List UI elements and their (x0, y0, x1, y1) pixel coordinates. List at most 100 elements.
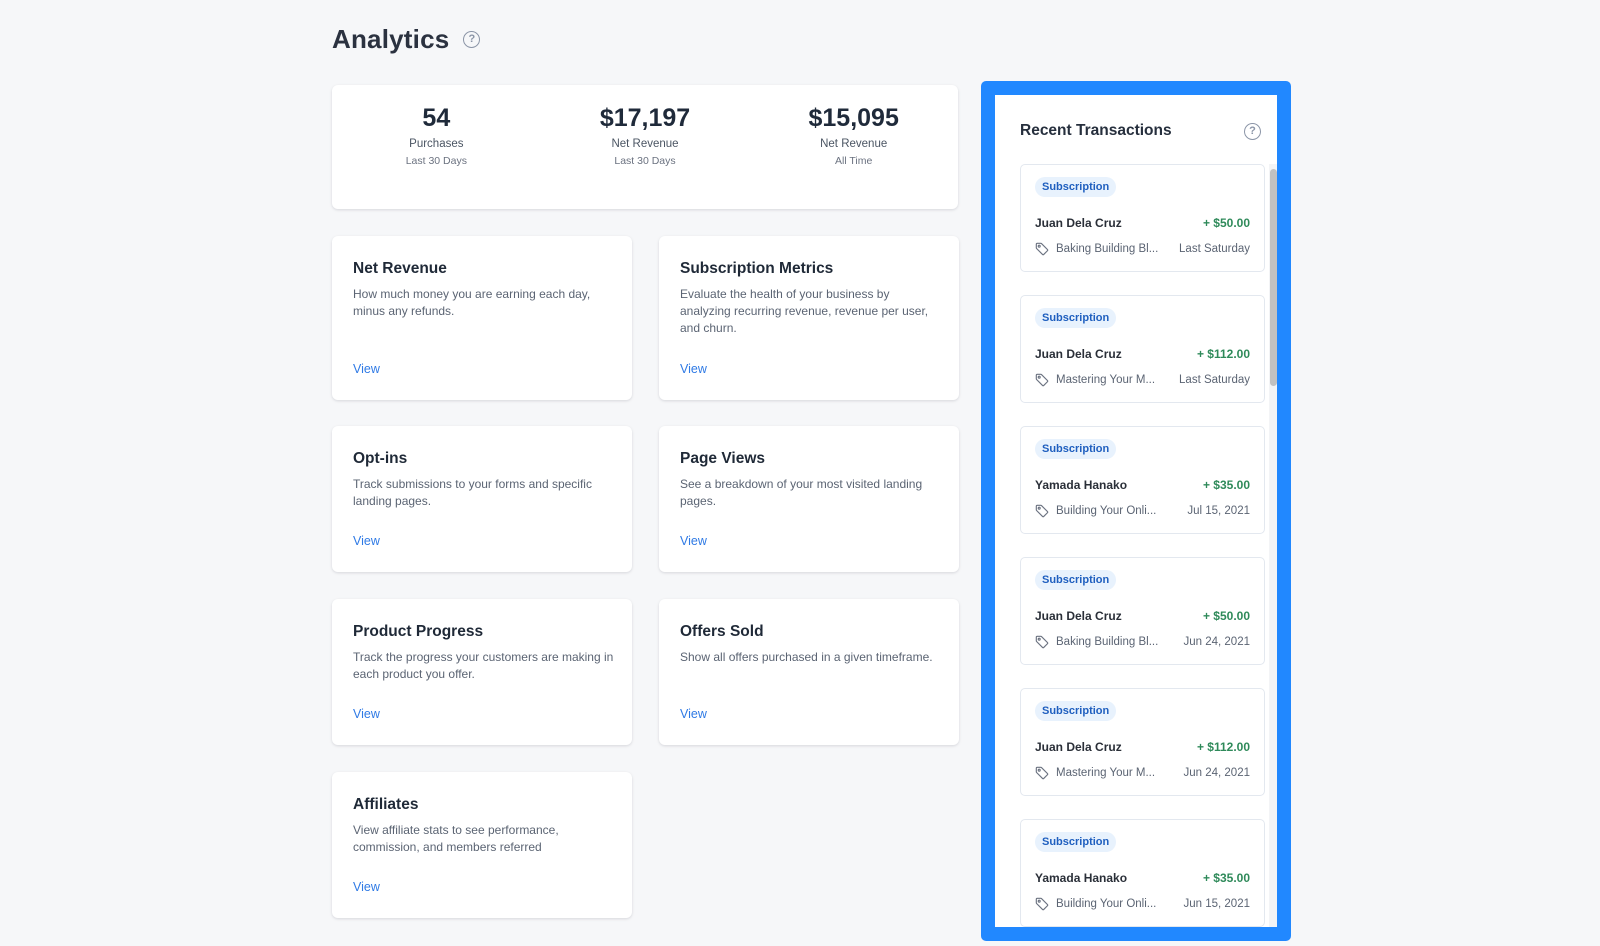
stat-period: Last 30 Days (614, 154, 676, 167)
tag-icon (1035, 897, 1049, 911)
report-description: Evaluate the health of your business by … (680, 287, 929, 335)
product-name: Baking Building Bl... (1056, 636, 1159, 648)
transaction-date: Jul 15, 2021 (1187, 505, 1250, 517)
product-name: Mastering Your M... (1056, 374, 1156, 386)
transaction-item[interactable]: Subscription Juan Dela Cruz + $50.00 Bak… (1020, 557, 1265, 665)
report-title: Page Views (680, 450, 766, 467)
transaction-item[interactable]: Subscription Yamada Hanako + $35.00 Buil… (1020, 819, 1265, 927)
report-card-product-progress: Product Progress Track the progress your… (332, 599, 632, 745)
tag-icon (1035, 242, 1049, 256)
summary-stats-card: 54 Purchases Last 30 Days $17,197 Net Re… (332, 85, 958, 209)
tag-icon (1035, 766, 1049, 780)
scrollbar-thumb[interactable] (1270, 169, 1277, 386)
view-net-revenue-link[interactable]: View (353, 362, 380, 376)
transaction-type-badge: Subscription (1035, 701, 1117, 721)
report-title: Net Revenue (353, 260, 447, 277)
customer-name: Juan Dela Cruz (1035, 347, 1122, 361)
product-name: Building Your Onli... (1056, 505, 1157, 517)
report-card-page-views: Page Views See a breakdown of your most … (659, 426, 959, 572)
transaction-date: Last Saturday (1179, 243, 1250, 255)
customer-name: Juan Dela Cruz (1035, 609, 1122, 623)
transaction-amount: + $50.00 (1202, 216, 1250, 230)
report-description: Track the progress your customers are ma… (353, 650, 614, 681)
product-name: Mastering Your M... (1056, 767, 1156, 779)
analytics-page: Analytics ? 54 Purchases Last 30 Days $1… (0, 0, 1600, 946)
report-card-opt-ins: Opt-ins Track submissions to your forms … (332, 426, 632, 572)
tag-icon (1035, 373, 1049, 387)
report-description: View affiliate stats to see performance,… (353, 823, 559, 854)
question-circle-icon[interactable]: ? (463, 31, 481, 48)
page-header: Analytics ? (332, 24, 481, 55)
transaction-product: Mastering Your M... (1035, 766, 1155, 780)
view-opt-ins-link[interactable]: View (353, 534, 380, 548)
transaction-type-badge: Subscription (1035, 439, 1117, 459)
transaction-date: Jun 24, 2021 (1183, 636, 1250, 648)
transaction-item[interactable]: Subscription Yamada Hanako + $35.00 Buil… (1020, 426, 1265, 534)
customer-name: Yamada Hanako (1035, 871, 1128, 885)
view-affiliates-link[interactable]: View (353, 880, 380, 894)
report-card-net-revenue: Net Revenue How much money you are earni… (332, 236, 632, 400)
report-description: Show all offers purchased in a given tim… (680, 650, 933, 664)
tag-icon (1035, 635, 1049, 649)
transaction-item[interactable]: Subscription Juan Dela Cruz + $112.00 Ma… (1020, 295, 1265, 403)
report-card-affiliates: Affiliates View affiliate stats to see p… (332, 772, 632, 918)
stat-value: $17,197 (599, 104, 691, 132)
view-page-views-link[interactable]: View (680, 534, 707, 548)
stat-period: Last 30 Days (405, 154, 467, 167)
transactions-scrollbar[interactable] (1269, 164, 1277, 927)
transaction-date: Jun 24, 2021 (1183, 767, 1250, 779)
report-title: Product Progress (353, 623, 484, 640)
question-circle-icon[interactable]: ? (1244, 122, 1261, 140)
report-title: Subscription Metrics (680, 260, 834, 277)
stat-net-revenue-30d: $17,197 Net Revenue Last 30 Days (541, 85, 750, 209)
view-offers-sold-link[interactable]: View (680, 707, 707, 721)
transaction-product: Baking Building Bl... (1035, 635, 1158, 649)
transaction-type-badge: Subscription (1035, 570, 1117, 590)
report-title: Opt-ins (353, 450, 408, 467)
transaction-amount: + $35.00 (1202, 478, 1250, 492)
transaction-type-badge: Subscription (1035, 308, 1117, 328)
page-title: Analytics (332, 24, 450, 54)
view-product-progress-link[interactable]: View (353, 707, 380, 721)
report-card-subscription-metrics: Subscription Metrics Evaluate the health… (659, 236, 959, 400)
transaction-item[interactable]: Subscription Juan Dela Cruz + $112.00 Ma… (1020, 688, 1265, 796)
transaction-type-badge: Subscription (1035, 177, 1117, 197)
transaction-date: Jun 15, 2021 (1183, 898, 1250, 910)
recent-transactions-inner: Recent Transactions ? Subscription Juan … (995, 95, 1277, 927)
report-description: See a breakdown of your most visited lan… (680, 477, 923, 508)
stat-purchases: 54 Purchases Last 30 Days (332, 85, 541, 209)
stat-period: All Time (835, 154, 873, 167)
transaction-product: Baking Building Bl... (1035, 242, 1158, 256)
report-title: Affiliates (353, 796, 419, 813)
transaction-product: Building Your Onli... (1035, 504, 1156, 518)
view-subscription-metrics-link[interactable]: View (680, 362, 707, 376)
report-description: How much money you are earning each day,… (353, 287, 591, 318)
transaction-product: Building Your Onli... (1035, 897, 1156, 911)
transactions-list: Subscription Juan Dela Cruz + $50.00 Bak… (1020, 164, 1265, 927)
stat-net-revenue-all-time: $15,095 Net Revenue All Time (749, 85, 958, 209)
transaction-type-badge: Subscription (1035, 832, 1117, 852)
product-name: Baking Building Bl... (1056, 243, 1159, 255)
stat-label: Purchases (409, 137, 464, 150)
transaction-item[interactable]: Subscription Juan Dela Cruz + $50.00 Bak… (1020, 164, 1265, 272)
transaction-date: Last Saturday (1179, 374, 1250, 386)
transaction-amount: + $50.00 (1202, 609, 1250, 623)
stat-label: Net Revenue (611, 137, 679, 150)
customer-name: Yamada Hanako (1035, 478, 1128, 492)
stat-value: $15,095 (808, 104, 899, 132)
recent-transactions-panel: Recent Transactions ? Subscription Juan … (981, 81, 1291, 941)
transaction-amount: + $35.00 (1202, 871, 1250, 885)
tag-icon (1035, 504, 1049, 518)
stat-label: Net Revenue (820, 137, 888, 150)
customer-name: Juan Dela Cruz (1035, 216, 1122, 230)
recent-transactions-header: Recent Transactions ? (1020, 122, 1261, 140)
report-title: Offers Sold (680, 623, 764, 640)
report-description: Track submissions to your forms and spec… (353, 477, 592, 508)
transaction-amount: + $112.00 (1196, 740, 1250, 754)
transaction-product: Mastering Your M... (1035, 373, 1155, 387)
recent-transactions-title: Recent Transactions (1020, 122, 1172, 139)
report-card-offers-sold: Offers Sold Show all offers purchased in… (659, 599, 959, 745)
transaction-amount: + $112.00 (1196, 347, 1250, 361)
customer-name: Juan Dela Cruz (1035, 740, 1122, 754)
product-name: Building Your Onli... (1056, 898, 1157, 910)
